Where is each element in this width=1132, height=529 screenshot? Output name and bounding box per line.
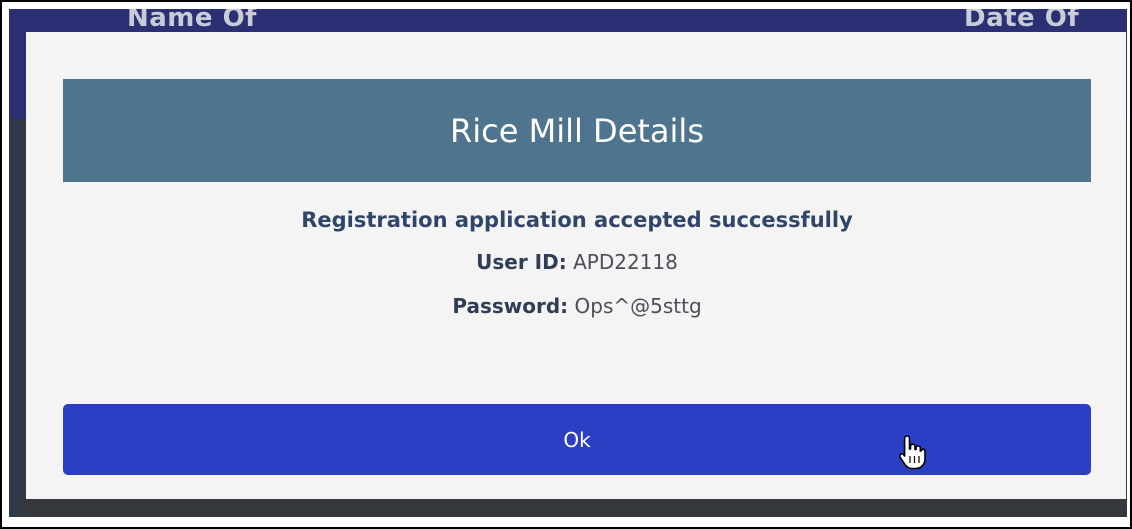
success-message: Registration application accepted succes… [301, 208, 853, 232]
password-line: Password: Ops^@5sttg [63, 294, 1091, 318]
rice-mill-details-dialog: Rice Mill Details Registration applicati… [26, 32, 1126, 499]
ok-button[interactable]: Ok [63, 404, 1091, 475]
user-id-value: APD22118 [573, 250, 678, 274]
background-column-name: Name Of [127, 9, 257, 33]
dialog-header: Rice Mill Details [63, 79, 1091, 182]
background-column-date: Date Of [964, 9, 1080, 33]
screenshot-frame: Name Of Date Of Rice Mill Details Regist… [0, 0, 1132, 529]
password-value: Ops^@5sttg [574, 294, 702, 318]
hand-pointer-icon [899, 435, 926, 470]
dialog-title: Rice Mill Details [450, 111, 704, 150]
user-id-label: User ID: [476, 250, 567, 274]
user-id-line: User ID: APD22118 [63, 250, 1091, 274]
background-sidebar-edge [9, 119, 19, 517]
password-label: Password: [452, 294, 569, 318]
